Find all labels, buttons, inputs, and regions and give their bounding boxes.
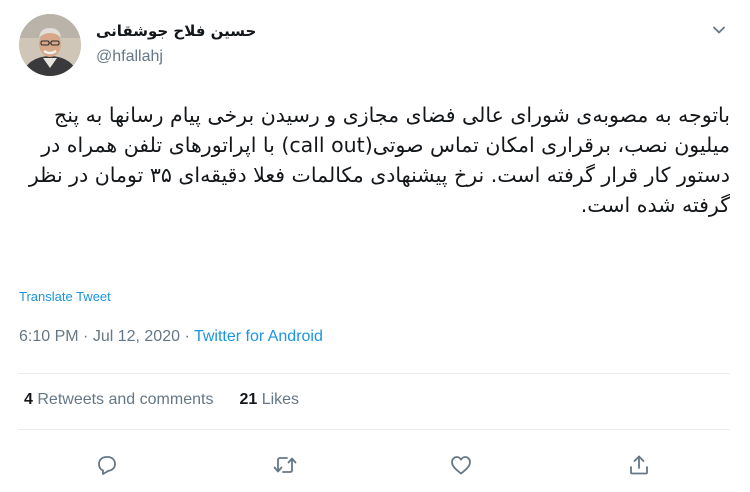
translate-tweet-link[interactable]: Translate Tweet: [19, 289, 111, 304]
meta-separator: ·: [78, 328, 93, 345]
action-bar: [0, 448, 750, 482]
retweet-icon: [273, 457, 297, 473]
retweets-stat[interactable]: 4 Retweets and comments: [24, 391, 213, 409]
divider: [19, 373, 730, 374]
share-icon: [630, 455, 648, 475]
divider: [19, 429, 730, 430]
tweet-stats: 4 Retweets and comments 21 Likes: [24, 391, 299, 409]
share-button[interactable]: [622, 448, 656, 482]
heart-icon: [451, 456, 471, 475]
retweets-label: Retweets and comments: [37, 391, 214, 408]
tweet-meta: 6:10 PM · Jul 12, 2020 · Twitter for And…: [19, 328, 323, 346]
avatar[interactable]: [19, 14, 81, 76]
author-handle[interactable]: @hfallahj: [96, 48, 163, 66]
meta-separator: ·: [180, 328, 194, 345]
likes-label: Likes: [261, 391, 300, 408]
reply-button[interactable]: [90, 448, 124, 482]
like-button[interactable]: [444, 448, 478, 482]
reply-icon: [98, 456, 116, 475]
likes-stat[interactable]: 21 Likes: [239, 391, 299, 409]
likes-count: 21: [239, 391, 258, 408]
tweet-card: حسین فلاح جوشقانی @hfallahj باتوجه به مص…: [0, 0, 750, 492]
tweet-date[interactable]: Jul 12, 2020: [93, 328, 180, 345]
retweet-button[interactable]: [268, 448, 302, 482]
retweets-count: 4: [24, 391, 33, 408]
tweet-source-link[interactable]: Twitter for Android: [194, 328, 323, 345]
avatar-image: [19, 14, 81, 76]
tweet-time[interactable]: 6:10 PM: [19, 328, 79, 345]
chevron-down-icon[interactable]: [708, 19, 730, 41]
tweet-text: باتوجه به مصوبه‌ی شورای عالی فضای مجازی …: [28, 103, 730, 217]
author-name[interactable]: حسین فلاح جوشقانی: [96, 22, 256, 40]
